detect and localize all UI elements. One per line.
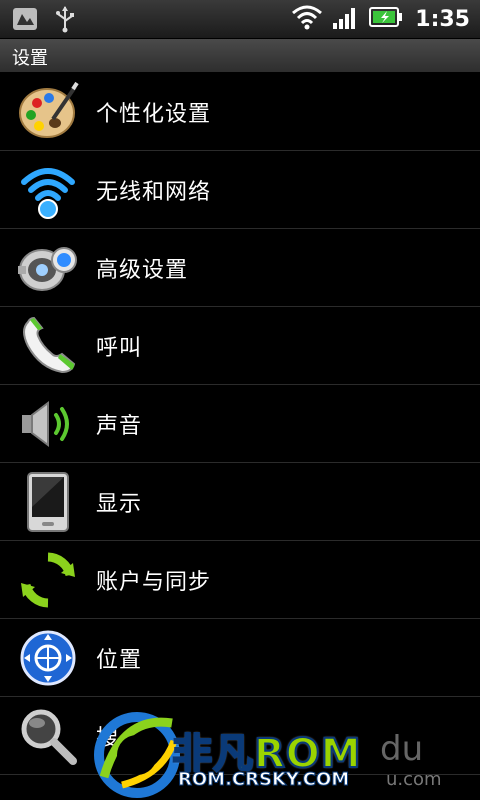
item-label: 无线和网络	[96, 179, 212, 205]
wifi-icon	[291, 4, 323, 34]
list-item-advanced[interactable]: 高级设置	[0, 229, 480, 307]
wifi-signal-icon	[0, 151, 96, 228]
list-item-location[interactable]: 位置	[0, 619, 480, 697]
settings-list: 个性化设置 无线和网络 高级设置 呼叫 声音 显示 账户与同步 位置 搜	[0, 73, 480, 775]
battery-icon	[369, 6, 403, 32]
palette-icon	[0, 73, 96, 150]
list-item-call[interactable]: 呼叫	[0, 307, 480, 385]
status-bar: 1:35	[0, 0, 480, 39]
title-bar: 设置	[0, 39, 480, 72]
clock: 1:35	[415, 6, 470, 32]
sync-icon	[0, 541, 96, 618]
item-label: 搜	[96, 725, 120, 751]
signal-icon	[331, 5, 359, 33]
list-item-personalize[interactable]: 个性化设置	[0, 73, 480, 151]
item-label: 账户与同步	[96, 569, 212, 595]
usb-icon	[52, 5, 78, 37]
advanced-settings-icon	[0, 229, 96, 306]
status-icons: 1:35	[291, 0, 470, 38]
speaker-icon	[0, 385, 96, 462]
list-item-display[interactable]: 显示	[0, 463, 480, 541]
display-icon	[0, 463, 96, 540]
list-item-sound[interactable]: 声音	[0, 385, 480, 463]
search-icon	[0, 697, 96, 774]
item-label: 声音	[96, 413, 143, 439]
notification-icon[interactable]	[10, 5, 40, 37]
page-title: 设置	[12, 48, 48, 69]
item-label: 显示	[96, 491, 143, 517]
item-label: 位置	[96, 647, 143, 673]
item-label: 呼叫	[96, 335, 143, 361]
list-item-search[interactable]: 搜	[0, 697, 480, 775]
item-label: 高级设置	[96, 257, 189, 283]
location-icon	[0, 619, 96, 696]
phone-icon	[0, 307, 96, 384]
list-item-accounts-sync[interactable]: 账户与同步	[0, 541, 480, 619]
list-item-wireless[interactable]: 无线和网络	[0, 151, 480, 229]
item-label: 个性化设置	[96, 101, 212, 127]
